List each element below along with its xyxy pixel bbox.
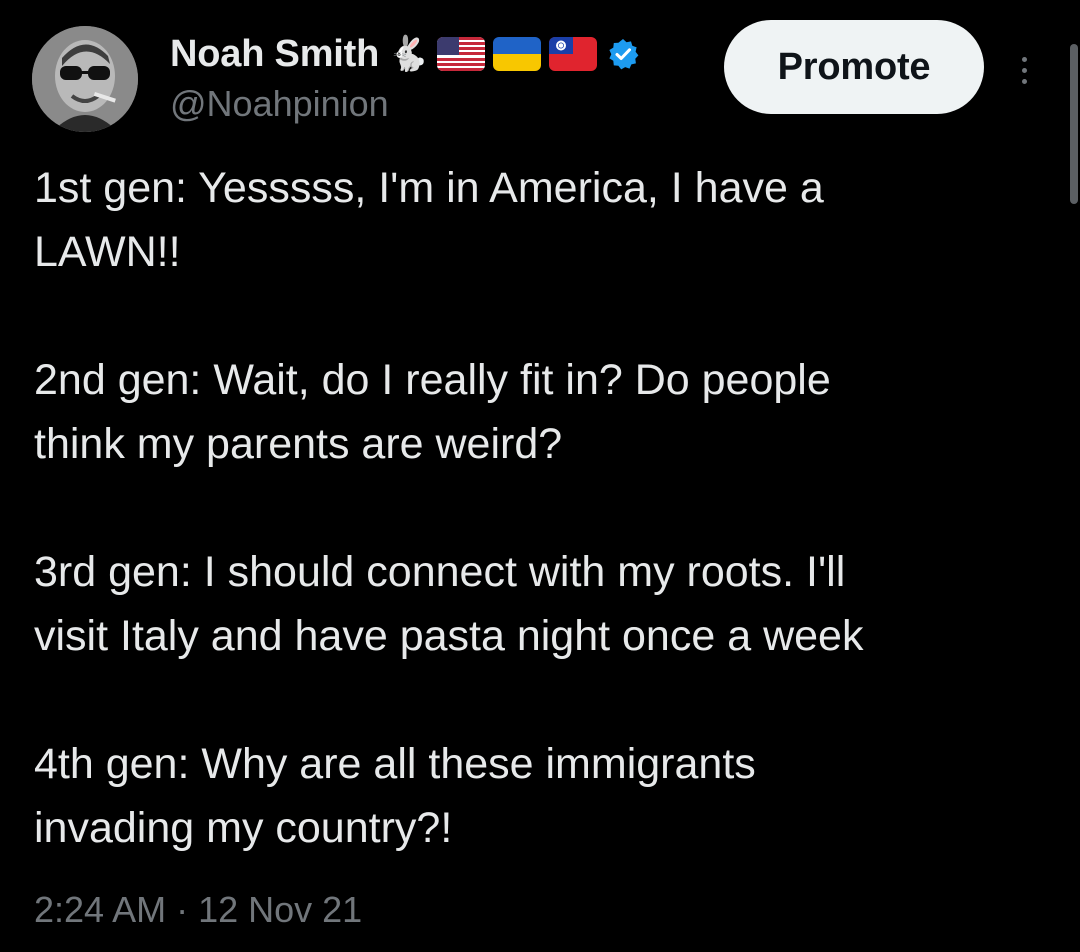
tweet-timestamp[interactable]: 2:24 AM · 12 Nov 21 [34,888,362,932]
taiwan-flag-icon [549,37,598,71]
name-row: Noah Smith 🐇 [170,30,710,78]
rabbit-icon: 🐇 [387,34,430,74]
more-dot [1021,56,1027,62]
tweet-paragraph: 2nd gen: Wait, do I really fit in? Do pe… [34,356,831,468]
avatar-image [32,26,138,132]
tweet: Noah Smith 🐇 @Noahpinion Promote 1st gen… [0,0,1080,952]
scrollbar[interactable] [1068,0,1080,952]
ukraine-flag-icon [493,37,542,71]
display-name[interactable]: Noah Smith [170,30,379,78]
tweet-paragraph: 3rd gen: I should connect with my roots.… [34,548,864,660]
author-info: Noah Smith 🐇 @Noahpinion [170,30,710,130]
tweet-paragraph: 4th gen: Why are all these immigrants in… [34,740,756,852]
avatar[interactable] [32,26,138,132]
more-options-icon[interactable] [1010,40,1038,100]
us-flag-icon [437,37,486,71]
handle[interactable]: @Noahpinion [170,82,710,126]
verified-badge-icon[interactable] [607,38,639,70]
tweet-paragraph: 1st gen: Yesssss, I'm in America, I have… [34,164,824,276]
more-dot [1021,78,1027,84]
tweet-text: 1st gen: Yesssss, I'm in America, I have… [34,156,1044,860]
more-dot [1021,67,1027,73]
promote-button[interactable]: Promote [724,20,984,114]
scrollbar-thumb[interactable] [1070,44,1078,204]
